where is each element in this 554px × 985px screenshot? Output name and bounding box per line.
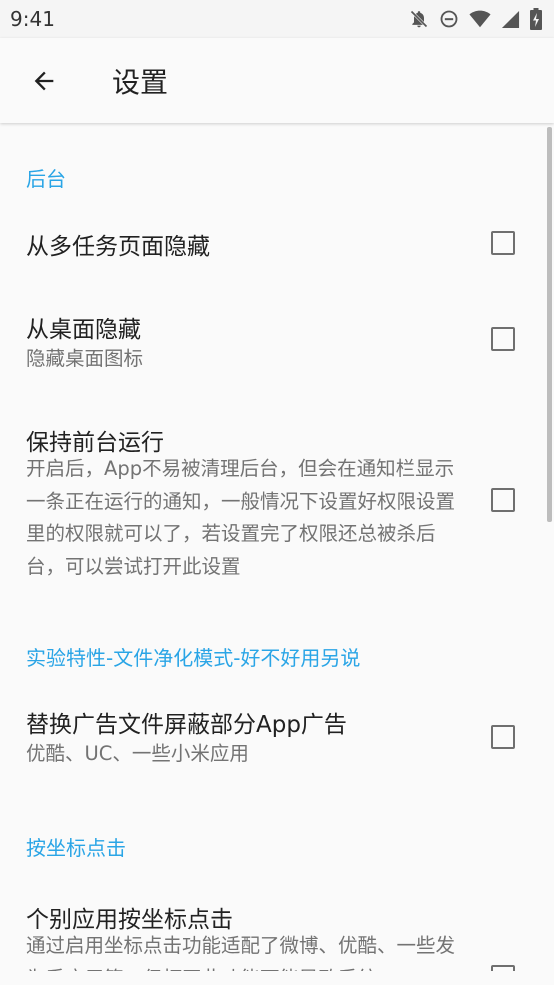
pref-hide-from-recents-checkbox[interactable] [491, 231, 515, 255]
pref-summary: 通过启用坐标点击功能适配了微博、优酷、一些发为手应用等，但打开此功能可能导致系统 [26, 934, 456, 971]
scrollbar[interactable] [547, 127, 552, 522]
pref-coordinate-click[interactable]: 个别应用按坐标点击 通过启用坐标点击功能适配了微博、优酷、一些发为手应用等，但打… [0, 883, 554, 971]
pref-hide-from-launcher[interactable]: 从桌面隐藏 隐藏桌面图标 [0, 293, 554, 385]
pref-keep-foreground-checkbox[interactable] [491, 488, 515, 512]
do-not-disturb-icon [440, 10, 458, 28]
app-bar: 设置 [0, 38, 554, 123]
pref-summary: 开启后，App不易被清理后台，但会在通知栏显示一条正在运行的通知，一般情况下设置… [26, 457, 456, 578]
pref-hide-from-recents[interactable]: 从多任务页面隐藏 [0, 206, 554, 280]
pref-title: 从桌面隐藏 [26, 317, 141, 343]
bell-off-icon [410, 10, 428, 28]
pref-replace-ad-files[interactable]: 替换广告文件屏蔽部分App广告 优酷、UC、一些小米应用 [0, 688, 554, 788]
status-bar: 9:41 [0, 0, 554, 38]
back-button[interactable] [14, 51, 74, 111]
battery-charging-icon [530, 8, 542, 30]
pref-title: 替换广告文件屏蔽部分App广告 [26, 712, 347, 738]
section-header-experimental: 实验特性-文件净化模式-好不好用另说 [26, 646, 361, 670]
pref-replace-ad-files-checkbox[interactable] [491, 725, 515, 749]
pref-coordinate-click-checkbox[interactable] [491, 965, 515, 971]
status-icons [409, 8, 542, 30]
pref-keep-foreground[interactable]: 保持前台运行 开启后，App不易被清理后台，但会在通知栏显示一条正在运行的通知，… [0, 406, 554, 586]
status-time: 9:41 [10, 7, 55, 31]
pref-title: 从多任务页面隐藏 [26, 234, 210, 260]
section-header-coordinate-click: 按坐标点击 [26, 836, 126, 860]
page-title: 设置 [112, 65, 169, 99]
signal-icon [501, 10, 520, 28]
section-header-background: 后台 [26, 167, 66, 191]
pref-hide-from-launcher-checkbox[interactable] [491, 327, 515, 351]
settings-list[interactable]: 后台 从多任务页面隐藏 从桌面隐藏 隐藏桌面图标 保持前台运行 开启后，App不… [0, 123, 554, 971]
pref-summary: 优酷、UC、一些小米应用 [26, 742, 249, 765]
pref-summary: 隐藏桌面图标 [26, 347, 144, 370]
pref-title: 个别应用按坐标点击 [26, 907, 233, 933]
pref-title: 保持前台运行 [26, 430, 164, 456]
arrow-left-icon [34, 71, 54, 90]
wifi-icon [469, 10, 491, 28]
